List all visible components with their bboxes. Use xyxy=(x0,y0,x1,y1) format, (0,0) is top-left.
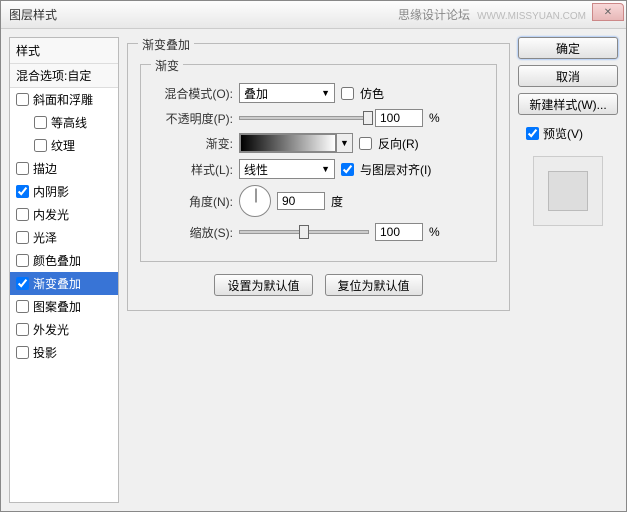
style-item-label: 纹理 xyxy=(51,137,75,154)
gradient-label: 渐变: xyxy=(151,135,233,152)
layer-style-dialog: 图层样式 思缘设计论坛 WWW.MISSYUAN.COM ✕ 样式 混合选项:自… xyxy=(0,0,627,512)
style-item-label: 内阴影 xyxy=(33,183,69,200)
align-label: 与图层对齐(I) xyxy=(360,161,431,178)
window-title: 图层样式 xyxy=(9,6,57,23)
style-item-label: 投影 xyxy=(33,344,57,361)
style-checkbox[interactable] xyxy=(16,277,29,290)
group-title: 渐变叠加 xyxy=(138,36,194,53)
scale-input[interactable]: 100 xyxy=(375,223,423,241)
style-item-label: 渐变叠加 xyxy=(33,275,81,292)
close-button[interactable]: ✕ xyxy=(592,3,624,21)
style-item-label: 颜色叠加 xyxy=(33,252,81,269)
opacity-input[interactable]: 100 xyxy=(375,109,423,127)
sidebar-header[interactable]: 样式 xyxy=(10,38,118,64)
cancel-button[interactable]: 取消 xyxy=(518,65,618,87)
style-item[interactable]: 内发光 xyxy=(10,203,118,226)
blend-mode-dropdown[interactable]: 叠加▼ xyxy=(239,83,335,103)
watermark: 思缘设计论坛 WWW.MISSYUAN.COM xyxy=(398,6,586,23)
style-checkbox[interactable] xyxy=(16,346,29,359)
dither-checkbox[interactable] xyxy=(341,87,354,100)
style-item[interactable]: 光泽 xyxy=(10,226,118,249)
style-item-label: 等高线 xyxy=(51,114,87,131)
style-item[interactable]: 纹理 xyxy=(10,134,118,157)
chevron-down-icon: ▼ xyxy=(321,164,330,174)
reverse-checkbox[interactable] xyxy=(359,137,372,150)
style-item[interactable]: 等高线 xyxy=(10,111,118,134)
style-label: 样式(L): xyxy=(151,161,233,178)
angle-input[interactable]: 90 xyxy=(277,192,325,210)
style-item-label: 光泽 xyxy=(33,229,57,246)
right-column: 确定 取消 新建样式(W)... 预览(V) xyxy=(518,37,618,503)
align-checkbox[interactable] xyxy=(341,163,354,176)
preview-box xyxy=(533,156,603,226)
style-dropdown[interactable]: 线性▼ xyxy=(239,159,335,179)
inner-title: 渐变 xyxy=(151,57,183,74)
main-panel: 渐变叠加 渐变 混合模式(O): 叠加▼ 仿色 不透明度(P): xyxy=(127,37,510,503)
gradient-overlay-group: 渐变叠加 渐变 混合模式(O): 叠加▼ 仿色 不透明度(P): xyxy=(127,43,510,311)
scale-slider[interactable] xyxy=(239,230,369,234)
style-checkbox[interactable] xyxy=(16,185,29,198)
style-item[interactable]: 内阴影 xyxy=(10,180,118,203)
blend-mode-label: 混合模式(O): xyxy=(151,85,233,102)
style-checkbox[interactable] xyxy=(34,116,47,129)
style-checkbox[interactable] xyxy=(16,300,29,313)
style-item-label: 图案叠加 xyxy=(33,298,81,315)
gradient-picker[interactable]: ▼ xyxy=(239,133,353,153)
reverse-label: 反向(R) xyxy=(378,135,419,152)
angle-dial[interactable] xyxy=(239,185,271,217)
preview-swatch xyxy=(548,171,588,211)
gradient-swatch[interactable] xyxy=(240,134,336,152)
style-item-label: 斜面和浮雕 xyxy=(33,91,93,108)
style-checkbox[interactable] xyxy=(34,139,47,152)
scale-label: 缩放(S): xyxy=(151,224,233,241)
style-checkbox[interactable] xyxy=(16,254,29,267)
style-checkbox[interactable] xyxy=(16,231,29,244)
angle-label: 角度(N): xyxy=(151,193,233,210)
style-item[interactable]: 颜色叠加 xyxy=(10,249,118,272)
styles-sidebar: 样式 混合选项:自定 斜面和浮雕等高线纹理描边内阴影内发光光泽颜色叠加渐变叠加图… xyxy=(9,37,119,503)
style-checkbox[interactable] xyxy=(16,162,29,175)
style-item-label: 外发光 xyxy=(33,321,69,338)
chevron-down-icon[interactable]: ▼ xyxy=(336,134,352,152)
style-item[interactable]: 外发光 xyxy=(10,318,118,341)
preview-checkbox[interactable] xyxy=(526,127,539,140)
style-item[interactable]: 斜面和浮雕 xyxy=(10,88,118,111)
opacity-label: 不透明度(P): xyxy=(151,110,233,127)
style-checkbox[interactable] xyxy=(16,323,29,336)
style-item[interactable]: 渐变叠加 xyxy=(10,272,118,295)
style-item-label: 描边 xyxy=(33,160,57,177)
titlebar: 图层样式 思缘设计论坛 WWW.MISSYUAN.COM ✕ xyxy=(1,1,626,29)
dither-label: 仿色 xyxy=(360,85,384,102)
sidebar-blending-options[interactable]: 混合选项:自定 xyxy=(10,64,118,88)
style-checkbox[interactable] xyxy=(16,208,29,221)
style-item[interactable]: 图案叠加 xyxy=(10,295,118,318)
new-style-button[interactable]: 新建样式(W)... xyxy=(518,93,618,115)
set-default-button[interactable]: 设置为默认值 xyxy=(214,274,312,296)
style-item[interactable]: 投影 xyxy=(10,341,118,364)
chevron-down-icon: ▼ xyxy=(321,88,330,98)
preview-label: 预览(V) xyxy=(543,125,583,142)
ok-button[interactable]: 确定 xyxy=(518,37,618,59)
gradient-inner-group: 渐变 混合模式(O): 叠加▼ 仿色 不透明度(P): 100 % xyxy=(140,64,497,262)
opacity-slider[interactable] xyxy=(239,116,369,120)
style-item[interactable]: 描边 xyxy=(10,157,118,180)
style-checkbox[interactable] xyxy=(16,93,29,106)
reset-default-button[interactable]: 复位为默认值 xyxy=(325,274,423,296)
style-item-label: 内发光 xyxy=(33,206,69,223)
